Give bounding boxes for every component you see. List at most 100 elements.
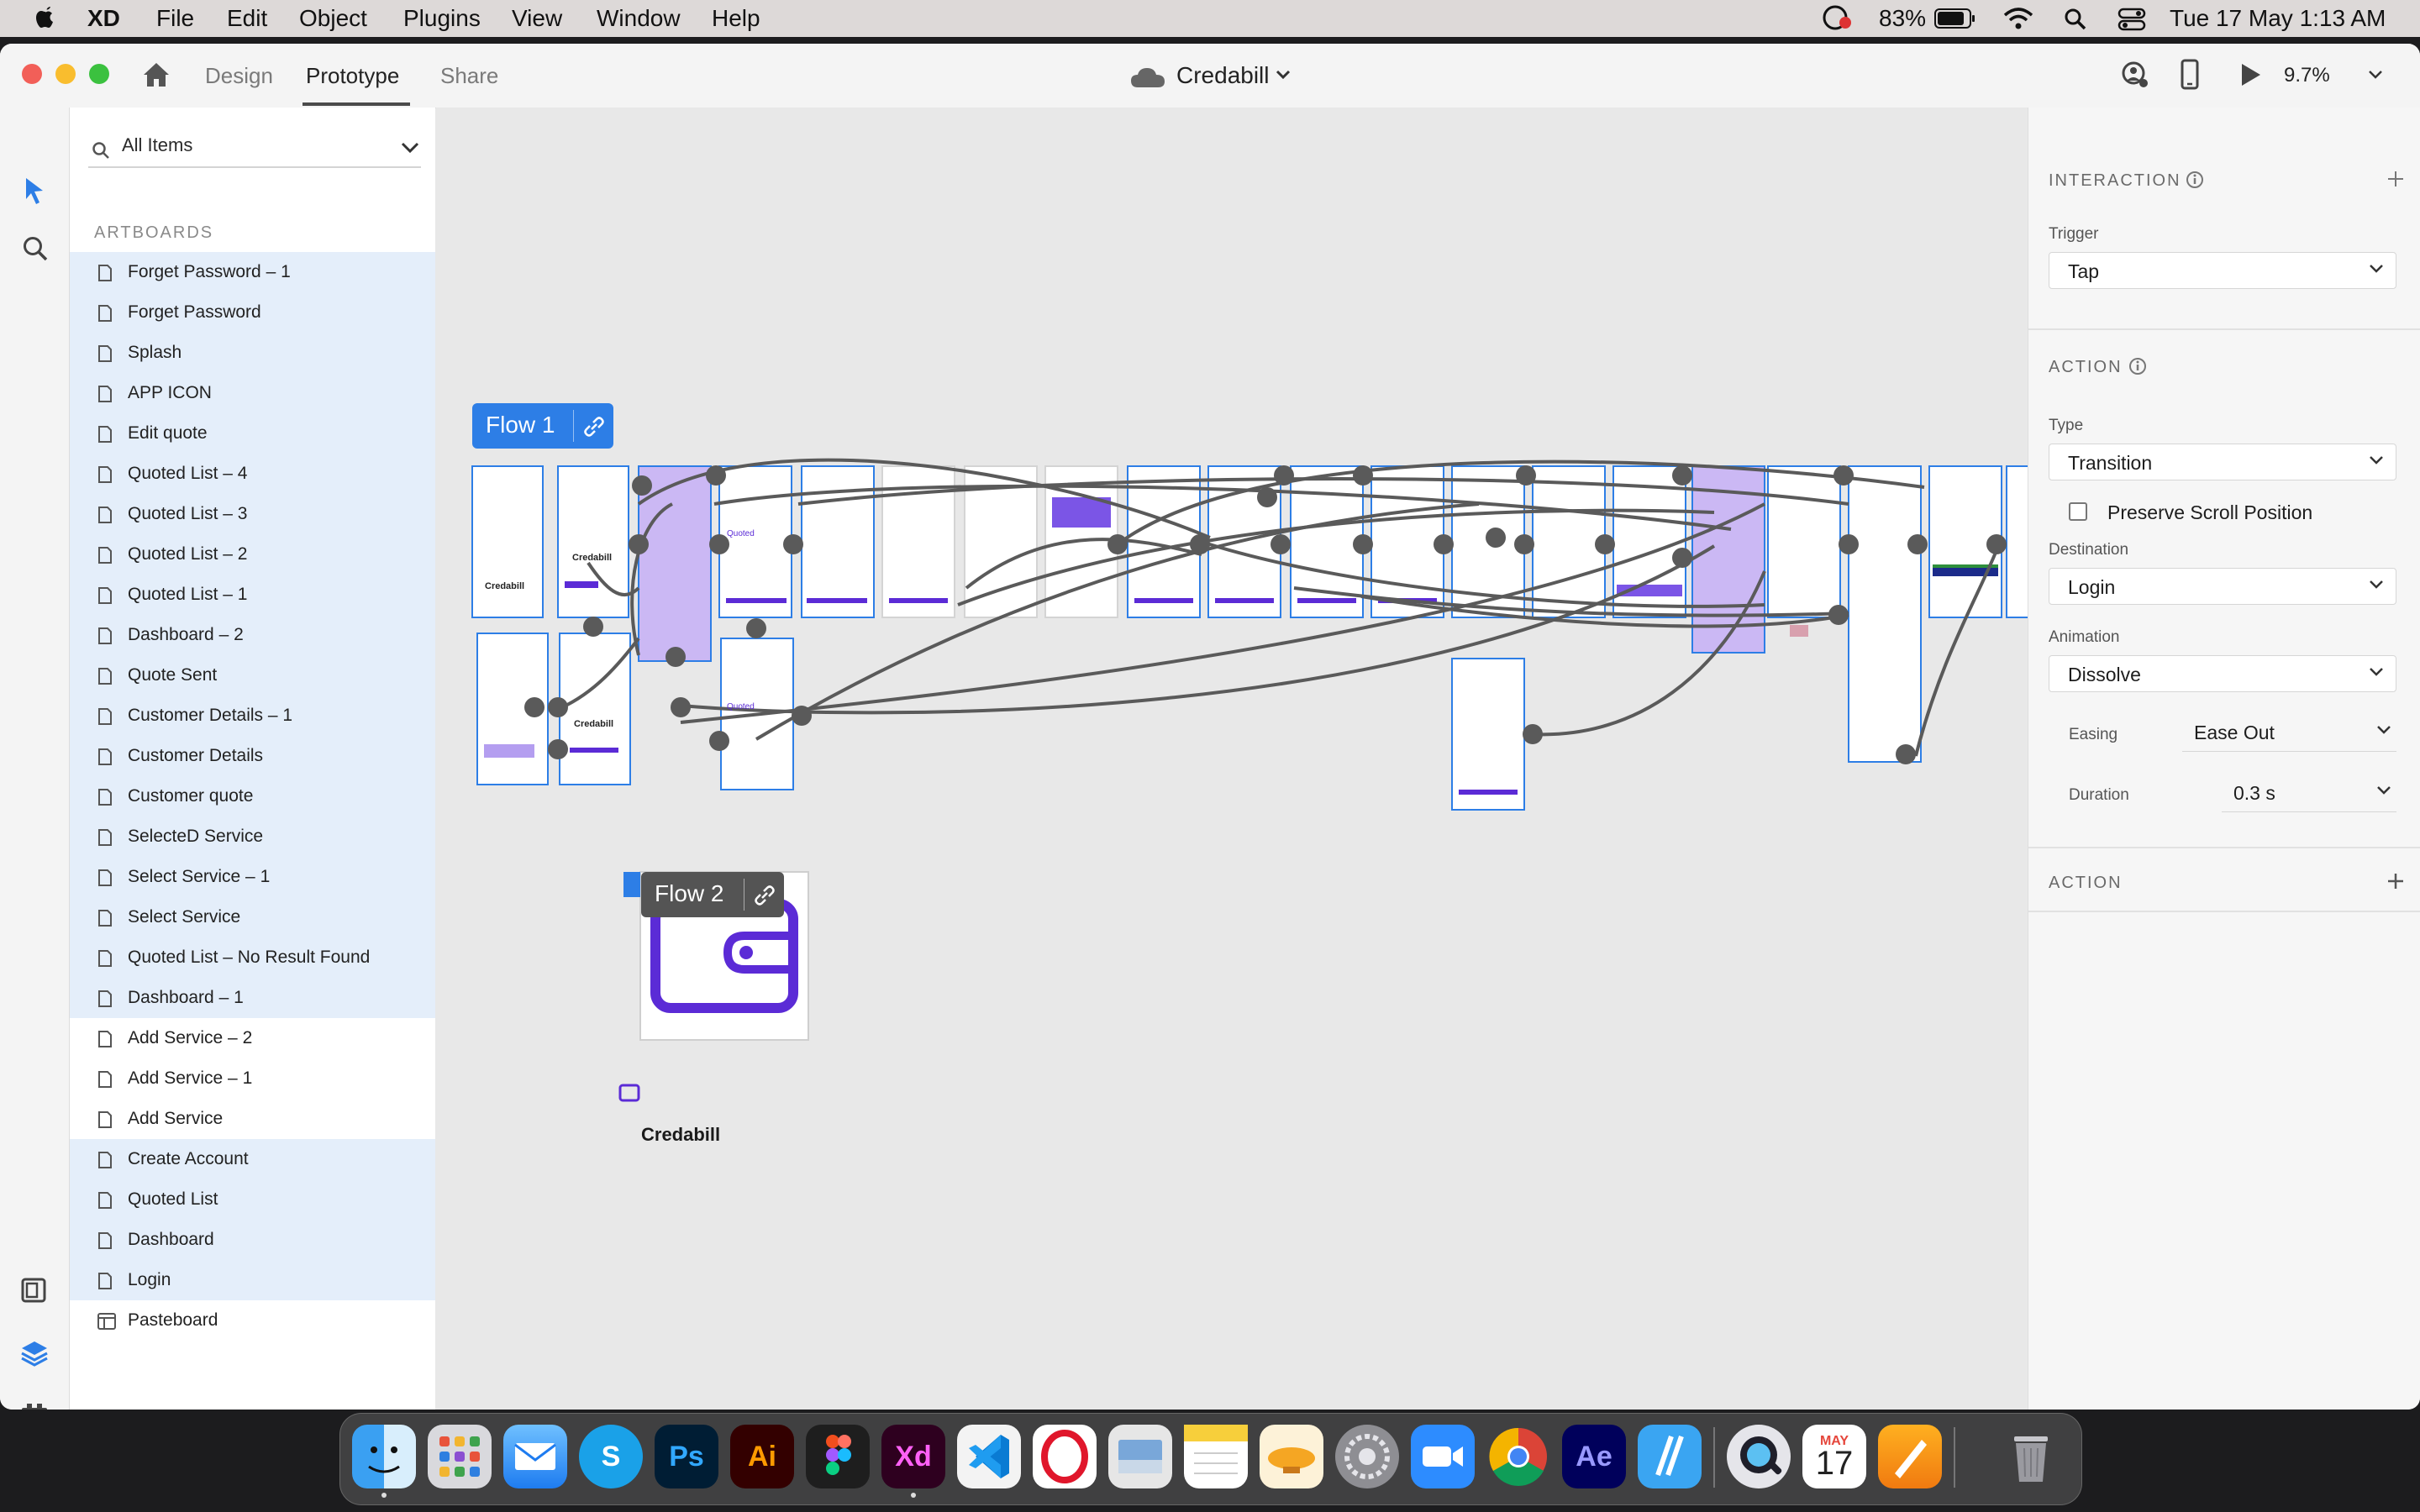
dock-xd[interactable]: Xd: [881, 1425, 945, 1488]
flow-link-icon[interactable]: [573, 410, 608, 442]
flow-hotspot[interactable]: [1274, 465, 1294, 486]
flow-hotspot[interactable]: [1434, 534, 1454, 554]
plugins-panel-icon[interactable]: [20, 1401, 49, 1410]
menu-view[interactable]: View: [512, 6, 562, 31]
artboard-list-item[interactable]: Quote Sent: [70, 655, 435, 696]
artboard-list-item[interactable]: Splash: [70, 333, 435, 373]
flow-hotspot[interactable]: [548, 697, 568, 717]
artboard-list-item[interactable]: Quoted List – No Result Found: [70, 937, 435, 978]
flow-hotspot[interactable]: [1257, 487, 1277, 507]
dock-zoom[interactable]: [1411, 1425, 1475, 1488]
artboard-list-item[interactable]: Add Service: [70, 1099, 435, 1139]
flow-hotspot[interactable]: [792, 706, 812, 726]
flow-link-icon[interactable]: [744, 879, 778, 911]
device-preview-icon[interactable]: [2180, 59, 2200, 95]
canvas[interactable]: Credabill Credabill Credabill Quoted Quo…: [436, 108, 2028, 1410]
dock-trash[interactable]: [1999, 1425, 2063, 1488]
flow-hotspot[interactable]: [1595, 534, 1615, 554]
info-icon[interactable]: [2128, 356, 2148, 381]
artboard-list-item[interactable]: SelecteD Service: [70, 816, 435, 857]
duration-select[interactable]: 0.3 s: [2222, 774, 2396, 812]
flow-hotspot[interactable]: [671, 697, 691, 717]
artboard[interactable]: [1848, 465, 1922, 763]
dock-mail[interactable]: [503, 1425, 567, 1488]
artboard-list-item[interactable]: Select Service: [70, 897, 435, 937]
wifi-icon[interactable]: [2003, 7, 2033, 35]
dock-chrome[interactable]: [1486, 1425, 1550, 1488]
flow-hotspot[interactable]: [1986, 534, 2007, 554]
flow2-label[interactable]: Flow 2: [641, 872, 784, 917]
flow-hotspot[interactable]: [1828, 605, 1849, 625]
artboard-list-item[interactable]: Dashboard – 2: [70, 615, 435, 655]
menu-object[interactable]: Object: [299, 6, 367, 31]
dock-skype[interactable]: S: [579, 1425, 643, 1488]
invite-user-icon[interactable]: [2119, 60, 2149, 93]
creative-cloud-icon[interactable]: [1818, 4, 1854, 36]
flow-hotspot[interactable]: [1516, 465, 1536, 486]
dock-calendar[interactable]: MAY 17: [1802, 1425, 1866, 1488]
add-action-icon[interactable]: [2386, 872, 2405, 895]
flow-hotspot[interactable]: [746, 618, 766, 638]
artboard[interactable]: [1532, 465, 1606, 618]
info-icon[interactable]: [2185, 170, 2205, 194]
dock-finder[interactable]: [352, 1425, 416, 1488]
flow-hotspot[interactable]: [1896, 744, 1916, 764]
flow-hotspot[interactable]: [1270, 534, 1291, 554]
assets-panel-icon[interactable]: [20, 1277, 49, 1310]
artboard-list-item[interactable]: Customer Details – 1: [70, 696, 435, 736]
artboard[interactable]: [718, 465, 792, 618]
flow-hotspot[interactable]: [524, 697, 544, 717]
menu-window[interactable]: Window: [597, 6, 681, 31]
flow-hotspot[interactable]: [706, 465, 726, 486]
zoom-tool-icon[interactable]: [22, 235, 49, 266]
artboard-list-item[interactable]: Quoted List – 3: [70, 494, 435, 534]
flow-hotspot[interactable]: [1514, 534, 1534, 554]
flow-hotspot[interactable]: [1907, 534, 1928, 554]
document-title[interactable]: Credabill: [1176, 60, 1270, 91]
spotlight-search-icon[interactable]: [2064, 8, 2087, 36]
flow-hotspot[interactable]: [548, 739, 568, 759]
artboard[interactable]: [1451, 658, 1525, 811]
dock-illustrator[interactable]: Ai: [730, 1425, 794, 1488]
dock-toolbox[interactable]: [1638, 1425, 1702, 1488]
flow-hotspot[interactable]: [1486, 528, 1506, 548]
artboard-list-item[interactable]: Quoted List: [70, 1179, 435, 1220]
flow-hotspot[interactable]: [1523, 724, 1543, 744]
dock-photoshop[interactable]: Ps: [655, 1425, 718, 1488]
select-tool-icon[interactable]: [24, 176, 45, 209]
flow-hotspot[interactable]: [709, 731, 729, 751]
dock-launchpad[interactable]: [428, 1425, 492, 1488]
dock-notes[interactable]: [1184, 1425, 1248, 1488]
dock-figma[interactable]: [806, 1425, 870, 1488]
close-window-button[interactable]: [22, 64, 42, 84]
artboard-list-item[interactable]: Customer Details: [70, 736, 435, 776]
chevron-down-icon[interactable]: [401, 141, 419, 159]
type-select[interactable]: Transition: [2049, 444, 2396, 480]
artboard-list-item[interactable]: Forget Password: [70, 292, 435, 333]
app-menu-xd[interactable]: XD: [87, 6, 120, 31]
artboard[interactable]: [471, 465, 544, 618]
clock-datetime[interactable]: Tue 17 May 1:13 AM: [2170, 6, 2386, 31]
menu-file[interactable]: File: [156, 6, 194, 31]
flow-hotspot[interactable]: [583, 617, 603, 637]
dock-opera[interactable]: [1033, 1425, 1097, 1488]
flow-hotspot[interactable]: [1833, 465, 1854, 486]
menu-edit[interactable]: Edit: [227, 6, 267, 31]
artboard-list-item[interactable]: Login: [70, 1260, 435, 1300]
artboard-list-item[interactable]: Forget Password – 1: [70, 252, 435, 292]
artboard-list-item[interactable]: Quoted List – 4: [70, 454, 435, 494]
artboard[interactable]: [1767, 465, 1841, 618]
menu-help[interactable]: Help: [712, 6, 760, 31]
battery-icon[interactable]: [1934, 8, 1976, 34]
flow-hotspot[interactable]: [1672, 548, 1692, 568]
tab-share[interactable]: Share: [440, 60, 498, 91]
artboard[interactable]: [1370, 465, 1444, 618]
artboard-list-item[interactable]: Create Account: [70, 1139, 435, 1179]
artboard-list-item[interactable]: Quoted List – 2: [70, 534, 435, 575]
dock-after-effects[interactable]: Ae: [1562, 1425, 1626, 1488]
artboard-list-item[interactable]: APP ICON: [70, 373, 435, 413]
artboard-list-item[interactable]: Add Service – 2: [70, 1018, 435, 1058]
artboard[interactable]: [2006, 465, 2028, 618]
flow-hotspot[interactable]: [666, 647, 686, 667]
flow-hotspot[interactable]: [632, 475, 652, 496]
